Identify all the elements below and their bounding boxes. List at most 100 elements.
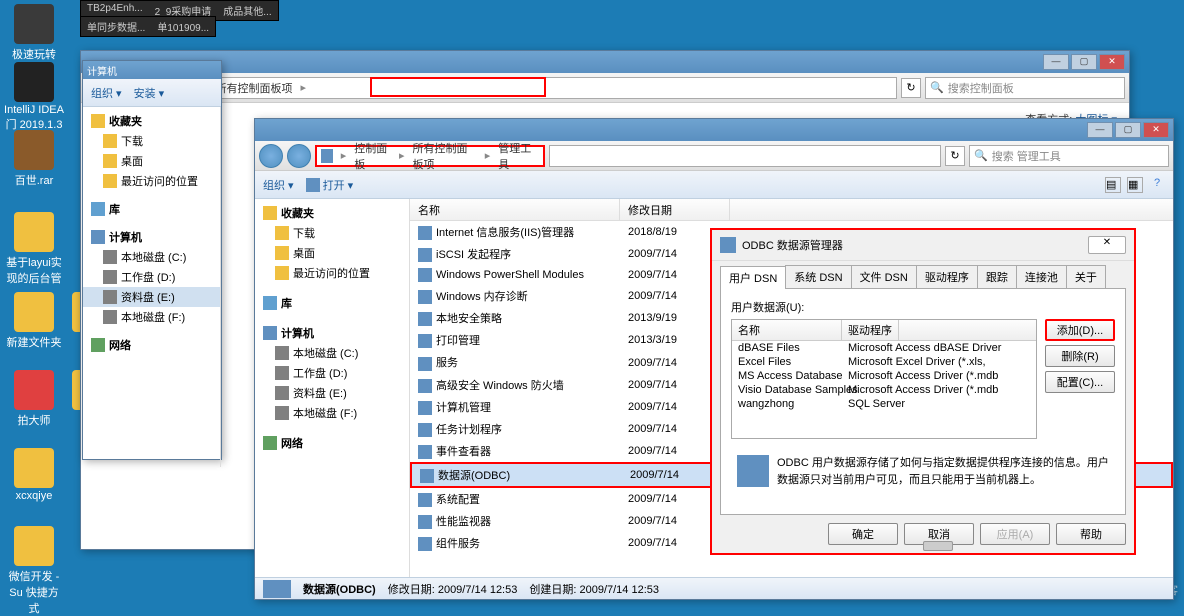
- tree-recent[interactable]: 最近访问的位置: [255, 263, 409, 283]
- shortcut-icon: [418, 379, 432, 393]
- desktop-icon[interactable]: xcxqiye: [4, 448, 64, 502]
- tree-favorites[interactable]: 收藏夹: [83, 111, 220, 131]
- desktop-icon[interactable]: 新建文件夹: [4, 292, 64, 350]
- taskbar-tab[interactable]: 单101909...: [151, 17, 215, 36]
- dsn-row[interactable]: MS Access DatabaseMicrosoft Access Drive…: [732, 369, 1036, 383]
- apply-button[interactable]: 应用(A): [980, 523, 1050, 545]
- tree-libraries[interactable]: 库: [83, 199, 220, 219]
- tree-computer[interactable]: 计算机: [255, 323, 409, 343]
- shortcut-icon: [418, 445, 432, 459]
- organize-button[interactable]: 组织 ▾: [263, 177, 294, 193]
- close-button[interactable]: ✕: [1088, 236, 1126, 254]
- desktop-icon[interactable]: 百世.rar: [4, 130, 64, 188]
- open-button[interactable]: 打开 ▾: [306, 177, 354, 193]
- tree-desktop[interactable]: 桌面: [83, 151, 220, 171]
- install-button[interactable]: 安装 ▾: [134, 85, 165, 101]
- network-icon: [263, 436, 277, 450]
- star-icon: [91, 114, 105, 128]
- min-button[interactable]: —: [1043, 54, 1069, 70]
- drive-icon: [103, 290, 117, 304]
- odbc-icon: [720, 237, 736, 253]
- max-button[interactable]: ▢: [1071, 54, 1097, 70]
- tree-downloads[interactable]: 下载: [255, 223, 409, 243]
- tree-desktop[interactable]: 桌面: [255, 243, 409, 263]
- titlebar[interactable]: — ▢ ✕: [81, 51, 1129, 73]
- dialog-title: ODBC 数据源管理器: [742, 237, 843, 253]
- tree-drive-f[interactable]: 本地磁盘 (F:): [255, 403, 409, 423]
- dsn-row[interactable]: Visio Database SamplesMicrosoft Access D…: [732, 383, 1036, 397]
- tree-network[interactable]: 网络: [83, 335, 220, 355]
- tab[interactable]: 驱动程序: [916, 265, 978, 288]
- tree-drive-c[interactable]: 本地磁盘 (C:): [83, 247, 220, 267]
- col-name[interactable]: 名称: [410, 199, 620, 220]
- tree-drive-e[interactable]: 资料盘 (E:): [83, 287, 220, 307]
- tab[interactable]: 连接池: [1016, 265, 1067, 288]
- desktop-icon[interactable]: 微信开发 - Su 快捷方式: [4, 526, 64, 616]
- breadcrumb[interactable]: 控制面板: [350, 140, 395, 172]
- tab[interactable]: 关于: [1066, 265, 1106, 288]
- config-button[interactable]: 配置(C)...: [1045, 371, 1115, 393]
- desktop-icon[interactable]: 拍大师: [4, 370, 64, 428]
- tree-drive-d[interactable]: 工作盘 (D:): [255, 363, 409, 383]
- tab[interactable]: 文件 DSN: [851, 265, 917, 288]
- nav-back[interactable]: [259, 144, 283, 168]
- breadcrumb[interactable]: 管理工具: [494, 140, 539, 172]
- refresh-button[interactable]: ↻: [945, 146, 965, 166]
- view-icon[interactable]: ▤: [1105, 177, 1121, 193]
- refresh-button[interactable]: ↻: [901, 78, 921, 98]
- shortcut-icon: [418, 493, 432, 507]
- tree-libraries[interactable]: 库: [255, 293, 409, 313]
- desktop-icon[interactable]: 基于layui实 现的后台管: [4, 212, 64, 286]
- close-button[interactable]: ✕: [1143, 122, 1169, 138]
- window-explorer-small: 计算机 组织 ▾安装 ▾ 收藏夹 下载 桌面 最近访问的位置 库 计算机 本地磁…: [82, 60, 222, 460]
- tab[interactable]: 系统 DSN: [785, 265, 851, 288]
- delete-button[interactable]: 删除(R): [1045, 345, 1115, 367]
- min-button[interactable]: —: [1087, 122, 1113, 138]
- preview-icon[interactable]: ▦: [1127, 177, 1143, 193]
- shortcut-icon: [418, 357, 432, 371]
- close-button[interactable]: ✕: [1099, 54, 1125, 70]
- help-button[interactable]: 帮助: [1056, 523, 1126, 545]
- shortcut-icon: [420, 469, 434, 483]
- breadcrumb[interactable]: 所有控制面板项: [212, 80, 297, 96]
- address-bar[interactable]: ▸ 控制面板 ▸ 所有控制面板项 ▸ 管理工具: [315, 145, 545, 167]
- tree-computer[interactable]: 计算机: [83, 227, 220, 247]
- tree-drive-e[interactable]: 资料盘 (E:): [255, 383, 409, 403]
- shortcut-icon: [418, 423, 432, 437]
- tree-network[interactable]: 网络: [255, 433, 409, 453]
- tree-recent[interactable]: 最近访问的位置: [83, 171, 220, 191]
- tree-drive-d[interactable]: 工作盘 (D:): [83, 267, 220, 287]
- folder-icon: [103, 154, 117, 168]
- breadcrumb[interactable]: 所有控制面板项: [408, 140, 480, 172]
- shortcut-icon: [418, 334, 432, 348]
- max-button[interactable]: ▢: [1115, 122, 1141, 138]
- help-icon[interactable]: ?: [1149, 177, 1165, 193]
- shortcut-icon: [418, 268, 432, 282]
- folder-icon: [275, 266, 289, 280]
- search-box[interactable]: 🔍搜索控制面板: [925, 77, 1125, 99]
- dsn-row[interactable]: dBASE FilesMicrosoft Access dBASE Driver: [732, 341, 1036, 355]
- organize-button[interactable]: 组织 ▾: [91, 85, 122, 101]
- tree-favorites[interactable]: 收藏夹: [255, 203, 409, 223]
- drive-icon: [275, 366, 289, 380]
- tab[interactable]: 用户 DSN: [720, 266, 786, 289]
- folder-icon: [275, 226, 289, 240]
- add-button[interactable]: 添加(D)...: [1045, 319, 1115, 341]
- taskbar-tab[interactable]: 成品其他...: [217, 1, 277, 20]
- star-icon: [263, 206, 277, 220]
- ok-button[interactable]: 确定: [828, 523, 898, 545]
- open-icon: [306, 178, 320, 192]
- address-bar[interactable]: 控制面板 ▸ 所有控制面板项 ▸: [141, 77, 897, 99]
- tree-downloads[interactable]: 下载: [83, 131, 220, 151]
- dsn-row[interactable]: wangzhongSQL Server: [732, 397, 1036, 411]
- dsn-row[interactable]: Excel FilesMicrosoft Excel Driver (*.xls…: [732, 355, 1036, 369]
- tab[interactable]: 跟踪: [977, 265, 1017, 288]
- tree-drive-c[interactable]: 本地磁盘 (C:): [255, 343, 409, 363]
- tree-drive-f[interactable]: 本地磁盘 (F:): [83, 307, 220, 327]
- col-date[interactable]: 修改日期: [620, 199, 730, 220]
- search-box[interactable]: 🔍搜索 管理工具: [969, 145, 1169, 167]
- dsn-table[interactable]: 名称驱动程序 dBASE FilesMicrosoft Access dBASE…: [731, 319, 1037, 439]
- nav-forward[interactable]: [287, 144, 311, 168]
- taskbar-tab[interactable]: 单同步数据...: [81, 17, 151, 36]
- folder-icon: [321, 149, 333, 163]
